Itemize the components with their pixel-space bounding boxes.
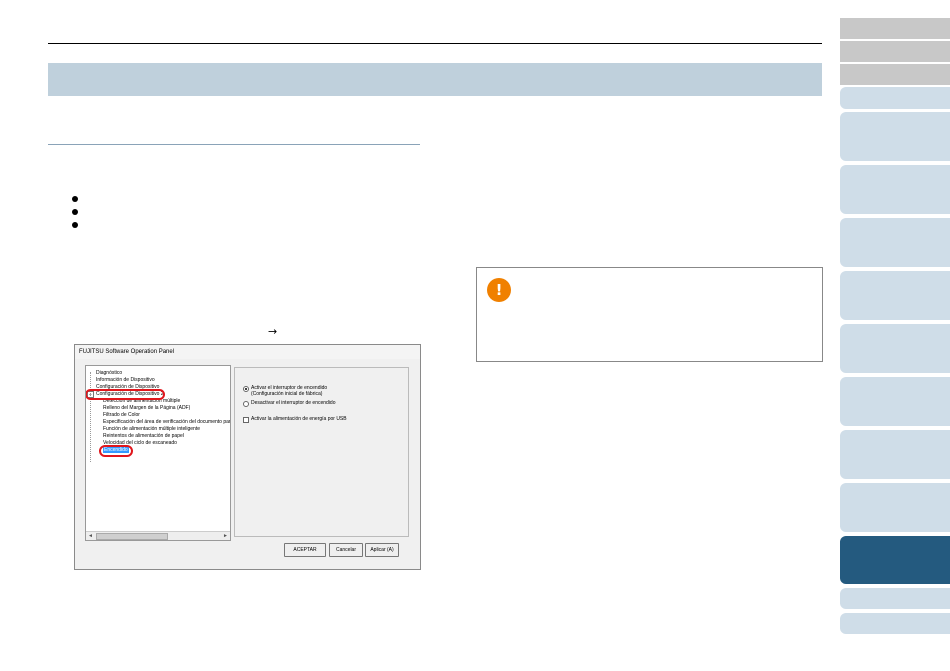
- radio-selected-icon[interactable]: [243, 386, 249, 392]
- option-power-switch-on[interactable]: Activar el interruptor de encendido (Con…: [243, 385, 327, 397]
- side-tab[interactable]: [840, 324, 950, 373]
- side-tab[interactable]: [840, 218, 950, 267]
- highlight-oval: [86, 389, 165, 400]
- tree-guide-line: [90, 372, 92, 462]
- side-tab[interactable]: [840, 87, 950, 109]
- side-tab[interactable]: [840, 41, 950, 62]
- ok-button[interactable]: ACEPTAR: [284, 543, 326, 557]
- tree-item-relleno[interactable]: Relleno del Margen de la Página (ADF): [103, 405, 190, 411]
- side-tab[interactable]: [840, 165, 950, 214]
- side-tab-active[interactable]: [840, 536, 950, 584]
- scroll-right-icon[interactable]: ►: [223, 532, 228, 540]
- apply-button[interactable]: Aplicar (A): [365, 543, 399, 557]
- radio-icon[interactable]: [243, 401, 249, 407]
- side-tab[interactable]: [840, 18, 950, 39]
- header-rule: [48, 43, 822, 44]
- highlight-oval: [99, 445, 133, 457]
- option-label: Desactivar el interruptor de encendido: [251, 400, 336, 406]
- side-tab[interactable]: [840, 271, 950, 320]
- arrow-right-icon: →: [268, 325, 278, 338]
- bullet-dot: [72, 209, 78, 215]
- tree-item-filtrado[interactable]: Filtrado de Color: [103, 412, 140, 418]
- side-tab[interactable]: [840, 430, 950, 479]
- operation-panel-dialog: FUJITSU Software Operation Panel Diagnós…: [74, 344, 421, 570]
- option-usb-power[interactable]: Activar la alimentación de energía por U…: [243, 416, 347, 423]
- settings-tree[interactable]: Diagnóstico Información de Dispositivo C…: [85, 365, 231, 541]
- bullet-dot: [72, 196, 78, 202]
- checkbox-icon[interactable]: [243, 417, 249, 423]
- side-tab[interactable]: [840, 613, 950, 634]
- horizontal-scrollbar[interactable]: ◄ ►: [86, 531, 230, 540]
- side-tab[interactable]: [840, 483, 950, 532]
- dialog-title: FUJITSU Software Operation Panel: [75, 345, 420, 359]
- scroll-left-icon[interactable]: ◄: [88, 532, 93, 540]
- side-tab[interactable]: [840, 112, 950, 161]
- option-power-switch-off[interactable]: Desactivar el interruptor de encendido: [243, 400, 336, 407]
- tree-item-especificacion[interactable]: Especificación del área de verificación …: [103, 419, 230, 425]
- subsection-rule: [48, 144, 420, 145]
- tree-item-informacion[interactable]: Información de Dispositivo: [96, 377, 155, 383]
- settings-panel: Activar el interruptor de encendido (Con…: [234, 367, 409, 537]
- tree-item-diagnostico[interactable]: Diagnóstico: [96, 370, 122, 376]
- section-title-band: [48, 63, 822, 96]
- side-tab[interactable]: [840, 377, 950, 426]
- caution-icon: !: [487, 278, 511, 302]
- bullet-dot: [72, 222, 78, 228]
- tree-item-reintentos[interactable]: Reintentos de alimentación de papel: [103, 433, 184, 439]
- side-tab[interactable]: [840, 64, 950, 85]
- option-note: (Configuración inicial de fábrica): [251, 391, 323, 397]
- cancel-button[interactable]: Cancelar: [329, 543, 363, 557]
- side-tab[interactable]: [840, 588, 950, 609]
- caution-box: !: [476, 267, 823, 362]
- tree-item-funcion[interactable]: Función de alimentación múltiple intelig…: [103, 426, 200, 432]
- bullet-list: [72, 196, 92, 235]
- scroll-thumb[interactable]: [96, 533, 168, 540]
- option-label: Activar la alimentación de energía por U…: [251, 416, 347, 422]
